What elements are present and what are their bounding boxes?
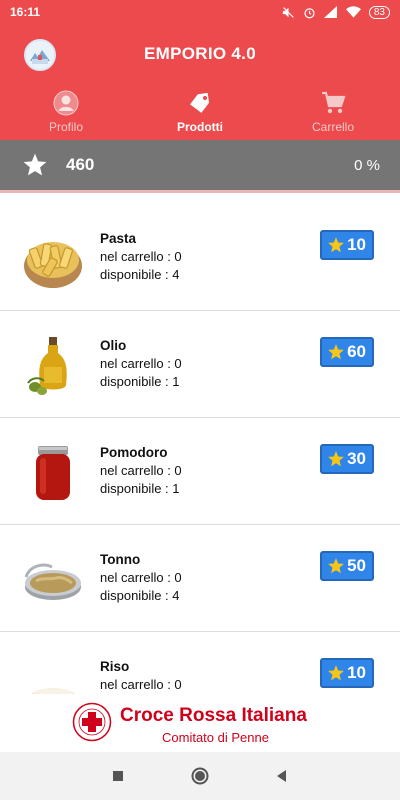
price-badge[interactable]: 30 — [320, 444, 374, 474]
product-row-tonno[interactable]: Tonno nel carrello : 0 disponibile : 4 5… — [0, 525, 400, 632]
status-time: 16:11 — [10, 5, 41, 19]
score-bar: 460 0 % — [0, 140, 400, 190]
score-percent: 0 % — [354, 156, 380, 174]
product-info: Pomodoro nel carrello : 0 disponibile : … — [100, 444, 182, 498]
organization-branch: Comitato di Penne — [162, 730, 269, 745]
star-icon — [23, 153, 47, 176]
recent-apps-icon[interactable] — [108, 766, 128, 786]
price-value: 50 — [347, 556, 366, 575]
home-icon[interactable] — [190, 766, 210, 786]
price-badge[interactable]: 50 — [320, 551, 374, 581]
price-value: 10 — [347, 235, 366, 254]
price-badge[interactable]: 10 — [320, 658, 374, 688]
product-row-olio[interactable]: Olio nel carrello : 0 disponibile : 1 60 — [0, 311, 400, 418]
product-info: Riso nel carrello : 0 — [100, 658, 182, 694]
product-cart-count: nel carrello : 0 — [100, 677, 182, 692]
pasta-image — [24, 242, 82, 288]
back-icon[interactable] — [272, 766, 292, 786]
price-badge[interactable]: 60 — [320, 337, 374, 367]
score-bar-divider — [0, 190, 400, 193]
tab-profilo[interactable]: Profilo — [16, 90, 116, 134]
organization-name: Croce Rossa Italiana — [120, 705, 307, 726]
tuna-can-image — [24, 563, 81, 600]
star-icon — [328, 665, 344, 681]
person-icon — [53, 90, 79, 116]
tomato-jar-image — [36, 446, 70, 500]
product-cart-count: nel carrello : 0 — [100, 356, 182, 371]
cart-icon — [322, 91, 346, 114]
product-info: Tonno nel carrello : 0 disponibile : 4 — [100, 551, 182, 605]
product-name: Pasta — [100, 231, 137, 246]
tab-carrello[interactable]: Carrello — [283, 90, 383, 134]
product-row-pomodoro[interactable]: Pomodoro nel carrello : 0 disponibile : … — [0, 418, 400, 525]
system-nav-bar — [0, 752, 400, 800]
rice-image — [30, 688, 76, 694]
price-badge[interactable]: 10 — [320, 230, 374, 260]
score-points: 460 — [66, 155, 95, 174]
mute-icon — [282, 6, 294, 18]
app-screen: 16:11 83 EMPORIO 4.0 Profilo Prodotti Ca… — [0, 0, 400, 800]
star-icon — [328, 558, 344, 574]
olive-oil-image — [27, 337, 67, 395]
status-bar: 16:11 83 — [0, 0, 400, 24]
wifi-icon — [345, 6, 361, 18]
product-availability: disponibile : 4 — [100, 588, 180, 603]
product-name: Tonno — [100, 552, 141, 567]
alarm-icon — [304, 7, 315, 18]
red-cross-emblem-icon — [72, 702, 112, 742]
price-value: 10 — [347, 663, 366, 682]
price-value: 60 — [347, 342, 366, 361]
battery-indicator: 83 — [368, 5, 390, 19]
product-availability: disponibile : 1 — [100, 481, 180, 496]
tab-profilo-label: Profilo — [48, 120, 83, 134]
product-list: Pasta nel carrello : 0 disponibile : 4 1… — [0, 204, 400, 694]
tag-icon — [190, 92, 210, 113]
tab-carrello-label: Carrello — [311, 120, 354, 134]
footer-banner: Croce Rossa Italiana Comitato di Penne — [0, 694, 400, 752]
product-cart-count: nel carrello : 0 — [100, 249, 182, 264]
app-title: EMPORIO 4.0 — [144, 44, 256, 63]
product-availability: disponibile : 4 — [100, 267, 180, 282]
product-name: Olio — [100, 338, 127, 353]
product-name: Riso — [100, 659, 130, 674]
product-cart-count: nel carrello : 0 — [100, 463, 182, 478]
product-availability: disponibile : 1 — [100, 374, 180, 389]
star-icon — [328, 237, 344, 253]
product-info: Olio nel carrello : 0 disponibile : 1 — [100, 337, 182, 391]
price-value: 30 — [347, 449, 366, 468]
product-info: Pasta nel carrello : 0 disponibile : 4 — [100, 230, 182, 284]
system-icons: 83 — [282, 5, 390, 19]
product-row-pasta[interactable]: Pasta nel carrello : 0 disponibile : 4 1… — [0, 204, 400, 311]
star-icon — [328, 451, 344, 467]
product-cart-count: nel carrello : 0 — [100, 570, 182, 585]
product-row-riso[interactable]: Riso nel carrello : 0 10 — [0, 632, 400, 694]
tab-prodotti[interactable]: Prodotti — [150, 90, 250, 134]
tab-prodotti-label: Prodotti — [177, 120, 223, 134]
signal-icon — [323, 6, 337, 18]
product-name: Pomodoro — [100, 445, 168, 460]
star-icon — [328, 344, 344, 360]
app-header: EMPORIO 4.0 Profilo Prodotti Carrello — [0, 24, 400, 140]
